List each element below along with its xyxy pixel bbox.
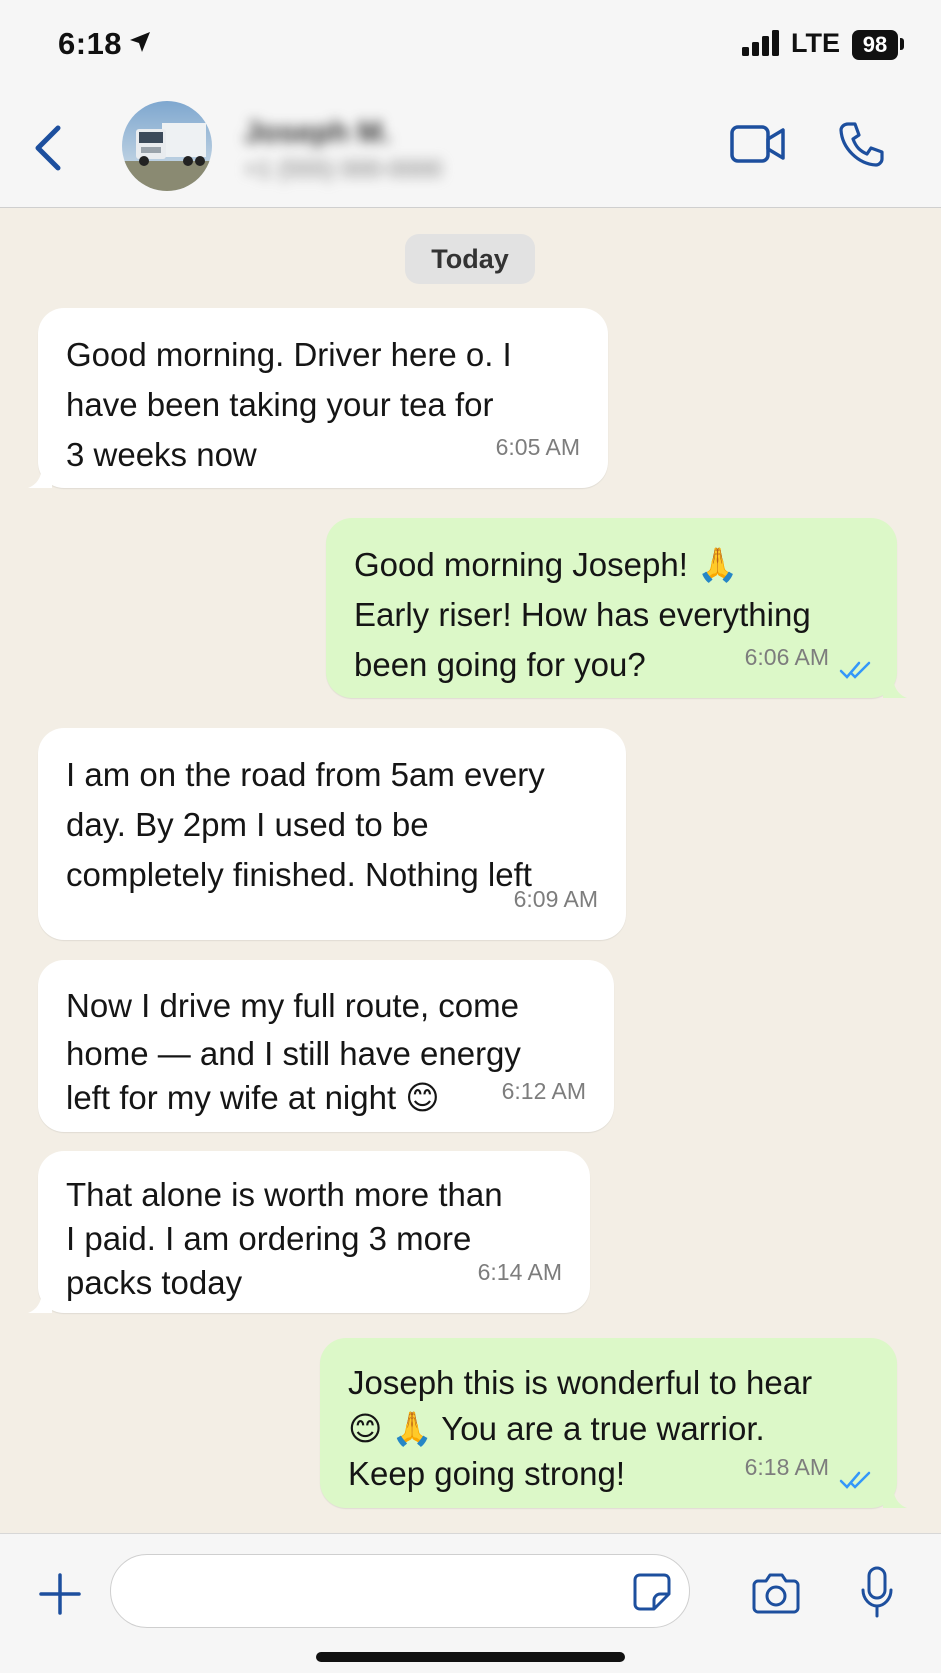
avatar[interactable] (122, 101, 212, 191)
location-arrow-icon (130, 32, 150, 52)
message-line: That alone is worth more than (66, 1176, 503, 1213)
message-bubble-outgoing[interactable]: Joseph this is wonderful to hear 😊 🙏 You… (320, 1338, 907, 1508)
read-receipt-icon (839, 1471, 871, 1489)
message-input[interactable] (110, 1554, 690, 1628)
message-bubble-incoming[interactable]: Now I drive my full route, come home — a… (38, 960, 614, 1132)
back-chevron-icon[interactable] (28, 118, 68, 178)
contact-name: Joseph M. (244, 116, 391, 149)
bubble-tail (883, 674, 907, 698)
battery-nub (900, 38, 904, 50)
message-time: 6:14 AM (477, 1259, 562, 1285)
message-line: day. By 2pm I used to be (66, 806, 429, 843)
message-time: 6:06 AM (744, 644, 829, 670)
microphone-icon[interactable] (860, 1566, 894, 1618)
contact-info-blurred[interactable]: Joseph M. +1 (555) 000-0000 (244, 112, 524, 183)
message-line: Good morning Joseph! 🙏 (354, 546, 739, 583)
home-indicator[interactable] (316, 1652, 625, 1662)
message-input-bar (0, 1533, 941, 1673)
sticker-icon[interactable] (632, 1572, 672, 1612)
date-separator: Today (405, 234, 535, 284)
message-time: 6:09 AM (513, 886, 598, 912)
camera-icon[interactable] (752, 1572, 800, 1614)
message-time: 6:18 AM (744, 1454, 829, 1480)
network-type: LTE (791, 28, 840, 58)
chat-area[interactable]: Today Good morning. Driver here o. I hav… (0, 208, 941, 1533)
read-receipt-icon (839, 661, 871, 679)
status-time: 6:18 (58, 26, 123, 61)
message-bubble-incoming[interactable]: I am on the road from 5am every day. By … (38, 728, 626, 940)
bubble-tail (883, 1484, 907, 1508)
message-bubble-incoming[interactable]: That alone is worth more than I paid. I … (28, 1151, 590, 1313)
battery-level: 98 (862, 32, 888, 57)
plus-icon[interactable] (38, 1572, 82, 1616)
message-time: 6:12 AM (501, 1078, 586, 1104)
chat-header: Joseph M. +1 (555) 000-0000 (0, 90, 941, 208)
bubble-tail (28, 464, 52, 488)
message-time: 6:05 AM (495, 434, 580, 460)
signal-strength-icon (742, 30, 779, 56)
phone-call-icon[interactable] (838, 120, 886, 168)
bubble-tail (28, 1289, 52, 1313)
message-line: Now I drive my full route, come (66, 987, 519, 1024)
message-bubble-incoming[interactable]: Good morning. Driver here o. I have been… (28, 308, 608, 488)
message-line: I am on the road from 5am every (66, 756, 545, 793)
truck-photo-icon (122, 101, 212, 191)
video-call-icon[interactable] (730, 124, 786, 164)
battery-icon: 98 (852, 30, 898, 60)
message-line: Joseph this is wonderful to hear (348, 1364, 813, 1401)
message-line: Good morning. Driver here o. I (66, 336, 512, 373)
status-bar: 6:18 LTE 98 (0, 0, 941, 90)
message-bubble-outgoing[interactable]: Good morning Joseph! 🙏 Early riser! How … (326, 518, 907, 698)
contact-subtitle: +1 (555) 000-0000 (244, 156, 443, 183)
